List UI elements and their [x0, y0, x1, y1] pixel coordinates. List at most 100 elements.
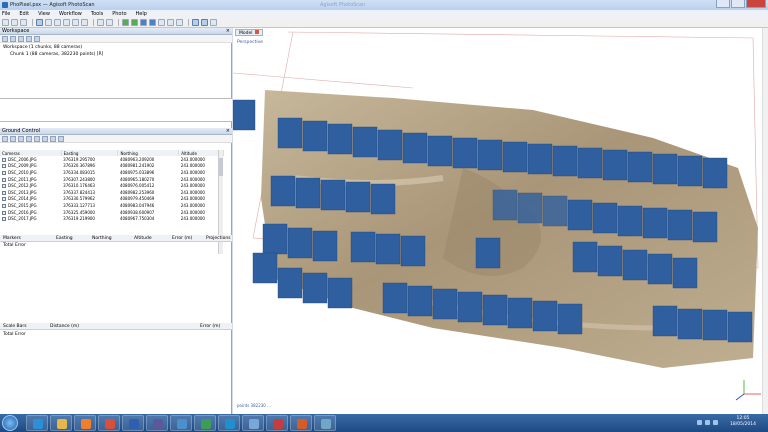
camera-plane[interactable]: [277, 117, 303, 149]
col-scalebars[interactable]: Scale Bars: [3, 324, 27, 329]
select-icon[interactable]: [36, 19, 43, 26]
maps-icon[interactable]: [194, 415, 216, 431]
camera-plane[interactable]: [652, 153, 678, 185]
minimize-button[interactable]: [716, 0, 730, 8]
col-distance[interactable]: Distance (m): [50, 324, 79, 329]
camera-plane[interactable]: [350, 231, 376, 263]
optimize-icon[interactable]: [26, 135, 32, 142]
film-icon[interactable]: [146, 415, 168, 431]
menu-help[interactable]: Help: [136, 11, 147, 17]
camera-plane[interactable]: [677, 308, 703, 340]
model-viewport[interactable]: Model Perspective points 382230 ...: [233, 28, 768, 414]
easting-cell[interactable]: 376334.083015: [61, 169, 118, 176]
photoscan-icon[interactable]: [170, 415, 192, 431]
col-error[interactable]: Error (m): [200, 324, 220, 329]
word-icon[interactable]: [122, 415, 144, 431]
checkbox[interactable]: [2, 217, 6, 222]
image-icon[interactable]: [314, 415, 336, 431]
camera-plane[interactable]: [302, 120, 328, 152]
table-row[interactable]: DSC_2013.JPG 376337.824413 4080982.253960 2…: [0, 189, 224, 196]
altitude-cell[interactable]: 243.000000: [179, 189, 224, 196]
camera-plane[interactable]: [427, 135, 453, 167]
save-icon[interactable]: [20, 19, 27, 26]
easting-cell[interactable]: 376319.219900: [61, 215, 118, 222]
col-northing[interactable]: Northing: [92, 236, 112, 241]
table-row[interactable]: DSC_2017.JPG 376319.219900 4080967.750304 2…: [0, 215, 224, 222]
camera-plane[interactable]: [402, 132, 428, 164]
media-icon[interactable]: [74, 415, 96, 431]
rotate-left-icon[interactable]: [122, 19, 129, 26]
camera-plane[interactable]: [627, 151, 653, 183]
easting-cell[interactable]: 376319.295700: [61, 156, 118, 163]
camera-plane[interactable]: [642, 207, 668, 239]
rotate-icon[interactable]: [81, 19, 88, 26]
windows-start-icon[interactable]: [2, 415, 18, 431]
camera-name-cell[interactable]: DSC_2016.JPG: [0, 209, 61, 216]
easting-cell[interactable]: 376337.824413: [61, 189, 118, 196]
camera-plane[interactable]: [400, 235, 426, 267]
camera-name-cell[interactable]: DSC_2011.JPG: [0, 176, 61, 183]
view-source-icon[interactable]: [42, 135, 48, 142]
pdf-icon[interactable]: [266, 415, 288, 431]
settings-icon[interactable]: [18, 135, 24, 142]
ppt-icon[interactable]: [290, 415, 312, 431]
camera-plane[interactable]: [375, 233, 401, 265]
camera-plane[interactable]: [577, 147, 603, 179]
col-altitude[interactable]: Altitude: [134, 236, 152, 241]
camera-name-cell[interactable]: DSC_2015.JPG: [0, 202, 61, 209]
camera-plane[interactable]: [572, 241, 598, 273]
northing-cell[interactable]: 4080982.253960: [118, 189, 179, 196]
camera-plane[interactable]: [295, 177, 321, 209]
camera-plane[interactable]: [677, 155, 703, 187]
camera-plane[interactable]: [692, 211, 718, 243]
export-icon[interactable]: [10, 135, 16, 142]
mail-icon[interactable]: [242, 415, 264, 431]
expand-icon[interactable]: [26, 35, 32, 42]
ie-icon[interactable]: [26, 415, 48, 431]
workspace-root[interactable]: Workspace (1 chunks, 88 cameras): [3, 45, 82, 51]
battery-icon[interactable]: [713, 420, 718, 425]
show-markers-icon[interactable]: [210, 19, 217, 26]
menu-file[interactable]: File: [2, 11, 10, 17]
easting-cell[interactable]: 376333.127713: [61, 202, 118, 209]
camera-plane[interactable]: [532, 300, 558, 332]
camera-plane[interactable]: [370, 183, 396, 215]
checkbox[interactable]: [2, 164, 6, 169]
camera-plane[interactable]: [262, 223, 288, 255]
camera-plane[interactable]: [727, 311, 753, 343]
camera-plane[interactable]: [452, 137, 478, 169]
easting-cell[interactable]: 376310.176463: [61, 182, 118, 189]
checkbox[interactable]: [2, 177, 6, 182]
table-row[interactable]: DSC_2014.JPG 376330.579962 4080979.450469 2…: [0, 196, 224, 203]
collapse-icon[interactable]: [34, 35, 40, 42]
camera-plane[interactable]: [477, 139, 503, 171]
col-markers[interactable]: Markers: [3, 236, 21, 241]
open-icon[interactable]: [11, 19, 18, 26]
maximize-button[interactable]: [731, 0, 745, 8]
camera-name-cell[interactable]: DSC_2014.JPG: [0, 196, 61, 203]
table-row[interactable]: DSC_2016.JPG 376325.459000 4080938.600907 2…: [0, 209, 224, 216]
camera-plane[interactable]: [320, 179, 346, 211]
camera-plane[interactable]: [475, 237, 501, 269]
checkbox[interactable]: [2, 210, 6, 215]
camera-plane[interactable]: [432, 288, 458, 320]
camera-plane[interactable]: [652, 305, 678, 337]
col-easting[interactable]: Easting: [56, 236, 73, 241]
camera-plane[interactable]: [407, 285, 433, 317]
menu-edit[interactable]: Edit: [19, 11, 29, 17]
camera-plane[interactable]: [327, 277, 353, 309]
camera-plane[interactable]: [517, 192, 543, 224]
folder-icon[interactable]: [50, 415, 72, 431]
rect-select-icon[interactable]: [45, 19, 52, 26]
menu-view[interactable]: View: [38, 11, 50, 17]
camera-plane[interactable]: [592, 202, 618, 234]
scene-svg[interactable]: [233, 28, 768, 414]
northing-cell[interactable]: 4080967.750304: [118, 215, 179, 222]
easting-cell[interactable]: 376307.243800: [61, 176, 118, 183]
altitude-cell[interactable]: 243.000000: [179, 196, 224, 203]
camera-plane[interactable]: [312, 230, 338, 262]
camera-plane[interactable]: [270, 175, 296, 207]
viewport-scrollbar[interactable]: [762, 28, 768, 414]
camera-plane[interactable]: [352, 126, 378, 158]
checkbox[interactable]: [2, 157, 6, 162]
